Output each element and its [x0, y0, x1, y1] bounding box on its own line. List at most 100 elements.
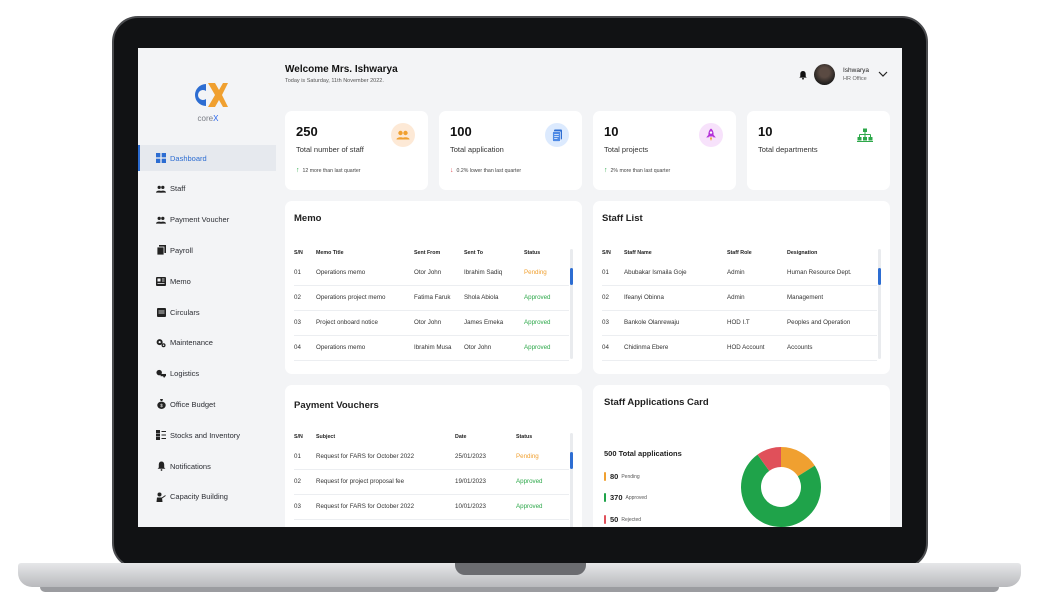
- scrollbar-thumb[interactable]: [878, 268, 881, 285]
- sidebar-item-circulars[interactable]: Circulars: [138, 299, 276, 325]
- panel-title: Staff Applications Card: [604, 397, 709, 408]
- arrow-up-icon: ↑: [604, 167, 608, 174]
- memo-table: S/N Memo Title Sent From Sent To Status 01 Op…: [294, 246, 569, 361]
- table-row[interactable]: 03 Project onboard notice Otor John James E…: [294, 310, 569, 336]
- column-header: Staff Name: [624, 250, 652, 256]
- stat-value: 10: [758, 124, 773, 139]
- sidebar-item-office-budget[interactable]: $ Office Budget: [138, 391, 276, 417]
- staff-applications-card: Staff Applications Card 500 Total applic…: [593, 385, 890, 527]
- vouchers-table: S/N Subject Date Status 01 Request for FARS …: [294, 430, 569, 520]
- users-icon: [156, 215, 166, 225]
- table-cell: Chidinma Ebere: [624, 335, 727, 361]
- sidebar-item-stocks-and-inventory[interactable]: Stocks and Inventory: [138, 422, 276, 448]
- document-icon: [545, 123, 569, 147]
- table-row[interactable]: 01 Request for FARS for October 2022 25/01…: [294, 444, 569, 470]
- sidebar-item-label: Circulars: [170, 307, 200, 317]
- scrollbar-thumb[interactable]: [570, 452, 573, 469]
- sidebar-item-memo[interactable]: Memo: [138, 268, 276, 294]
- sidebar-item-notifications[interactable]: Notifications: [138, 453, 276, 479]
- table-row[interactable]: 01 Abubakar Ismaila Goje Admin Human Resour…: [602, 260, 877, 286]
- column-header: Status: [524, 250, 541, 256]
- notification-bell-icon[interactable]: [798, 70, 808, 80]
- table-cell: 03: [294, 310, 316, 336]
- table-cell: Human Resource Dept.: [787, 260, 877, 286]
- table-cell: Admin: [727, 260, 787, 286]
- sidebar-item-dashboard[interactable]: Dashboard: [138, 145, 276, 171]
- column-header: Status: [516, 434, 533, 440]
- table-cell: Fatima Faruk: [414, 285, 464, 311]
- note-icon: [156, 307, 166, 317]
- sidebar-item-label: Maintenance: [170, 338, 213, 348]
- staff-table: S/N Staff Name Staff Role Designation 01 Abu…: [602, 246, 877, 361]
- brand-name: coreX: [197, 114, 219, 123]
- scrollbar-track[interactable]: [878, 249, 881, 359]
- table-cell: James Emeka: [464, 310, 524, 336]
- table-cell: 25/01/2023: [455, 444, 516, 470]
- users-icon: [156, 184, 166, 194]
- truck-icon: [156, 369, 166, 379]
- scrollbar-track[interactable]: [570, 433, 573, 527]
- stat-label: Total departments: [758, 145, 818, 154]
- arrow-down-icon: ↓: [450, 167, 454, 174]
- scrollbar-thumb[interactable]: [570, 268, 573, 285]
- table-row[interactable]: 01 Operations memo Otor John Ibrahim Sadiq P…: [294, 260, 569, 286]
- table-row[interactable]: 02 Operations project memo Fatima Faruk Sho…: [294, 285, 569, 311]
- bell-icon: [156, 461, 166, 471]
- applications-donut-chart: [741, 447, 821, 527]
- table-row[interactable]: 02 Ifeanyi Obinna Admin Management: [602, 285, 877, 311]
- table-cell: Otor John: [464, 335, 524, 361]
- sidebar-item-capacity-building[interactable]: Capacity Building: [138, 484, 276, 510]
- welcome-title: Welcome Mrs. Ishwarya: [285, 64, 398, 75]
- table-cell: Request for FARS for October 2022: [316, 494, 455, 520]
- table-cell: Approved: [524, 285, 569, 311]
- stat-value: 100: [450, 124, 472, 139]
- table-row[interactable]: 02 Request for project proposal fee 19/01/…: [294, 469, 569, 495]
- laptop-notch: [455, 563, 586, 575]
- table-cell: Peoples and Operation: [787, 310, 877, 336]
- table-cell: Accounts: [787, 335, 877, 361]
- table-cell: Ibrahim Musa: [414, 335, 464, 361]
- user-name[interactable]: Ishwarya: [843, 67, 869, 74]
- stat-card-staff[interactable]: 250 Total number of staff ↑ 12 more than …: [285, 111, 428, 190]
- column-header: Designation: [787, 250, 818, 256]
- sidebar-item-payment-voucher[interactable]: Payment Voucher: [138, 207, 276, 233]
- table-cell: 02: [294, 285, 316, 311]
- table-row[interactable]: 03 Bankole Olanrewaju HOD I.T Peoples and O…: [602, 310, 877, 336]
- chevron-down-icon[interactable]: [878, 70, 888, 78]
- stat-card-departments[interactable]: 10 Total departments: [747, 111, 890, 190]
- legend-approved: 370 Approved: [604, 493, 647, 502]
- table-cell: 02: [294, 469, 316, 495]
- table-cell: Ibrahim Sadiq: [464, 260, 524, 286]
- table-row[interactable]: 04 Operations memo Ibrahim Musa Otor John Ap…: [294, 335, 569, 361]
- column-header: S/N: [602, 250, 611, 256]
- sidebar-item-staff[interactable]: Staff: [138, 176, 276, 202]
- table-cell: Approved: [524, 310, 569, 336]
- sidebar-item-label: Dashboard: [170, 153, 207, 163]
- newspaper-icon: [156, 276, 166, 286]
- document-icon: [156, 245, 166, 256]
- staff-list-panel: Staff List S/N Staff Name Staff Role Design…: [593, 201, 890, 374]
- table-row[interactable]: 04 Chidinma Ebere HOD Account Accounts: [602, 335, 877, 361]
- app-screen: coreX Dashboard Staff Payment Voucher Payro…: [138, 48, 902, 527]
- scrollbar-track[interactable]: [570, 249, 573, 359]
- legend-rejected: 50 Rejected: [604, 515, 641, 524]
- sidebar-item-label: Payroll: [170, 245, 193, 255]
- stat-value: 250: [296, 124, 318, 139]
- user-avatar[interactable]: [814, 64, 835, 85]
- stat-value: 10: [604, 124, 619, 139]
- table-cell: 03: [294, 494, 316, 520]
- sidebar-item-payroll[interactable]: Payroll: [138, 237, 276, 263]
- table-cell: 02: [602, 285, 624, 311]
- inventory-icon: [156, 430, 166, 441]
- sidebar-item-maintenance[interactable]: Maintenance: [138, 330, 276, 356]
- table-row[interactable]: 03 Request for FARS for October 2022 10/01…: [294, 494, 569, 520]
- legend-pending: 80 Pending: [604, 472, 640, 481]
- table-cell: Admin: [727, 285, 787, 311]
- table-cell: Management: [787, 285, 877, 311]
- sidebar-item-label: Staff: [170, 184, 186, 194]
- sidebar-item-logistics[interactable]: Logistics: [138, 361, 276, 387]
- table-cell: 01: [602, 260, 624, 286]
- stat-card-applications[interactable]: 100 Total application ↓ 0.2% lower than l…: [439, 111, 582, 190]
- table-cell: Pending: [524, 260, 569, 286]
- stat-card-projects[interactable]: 10 Total projects ↑ 2% more than last qua…: [593, 111, 736, 190]
